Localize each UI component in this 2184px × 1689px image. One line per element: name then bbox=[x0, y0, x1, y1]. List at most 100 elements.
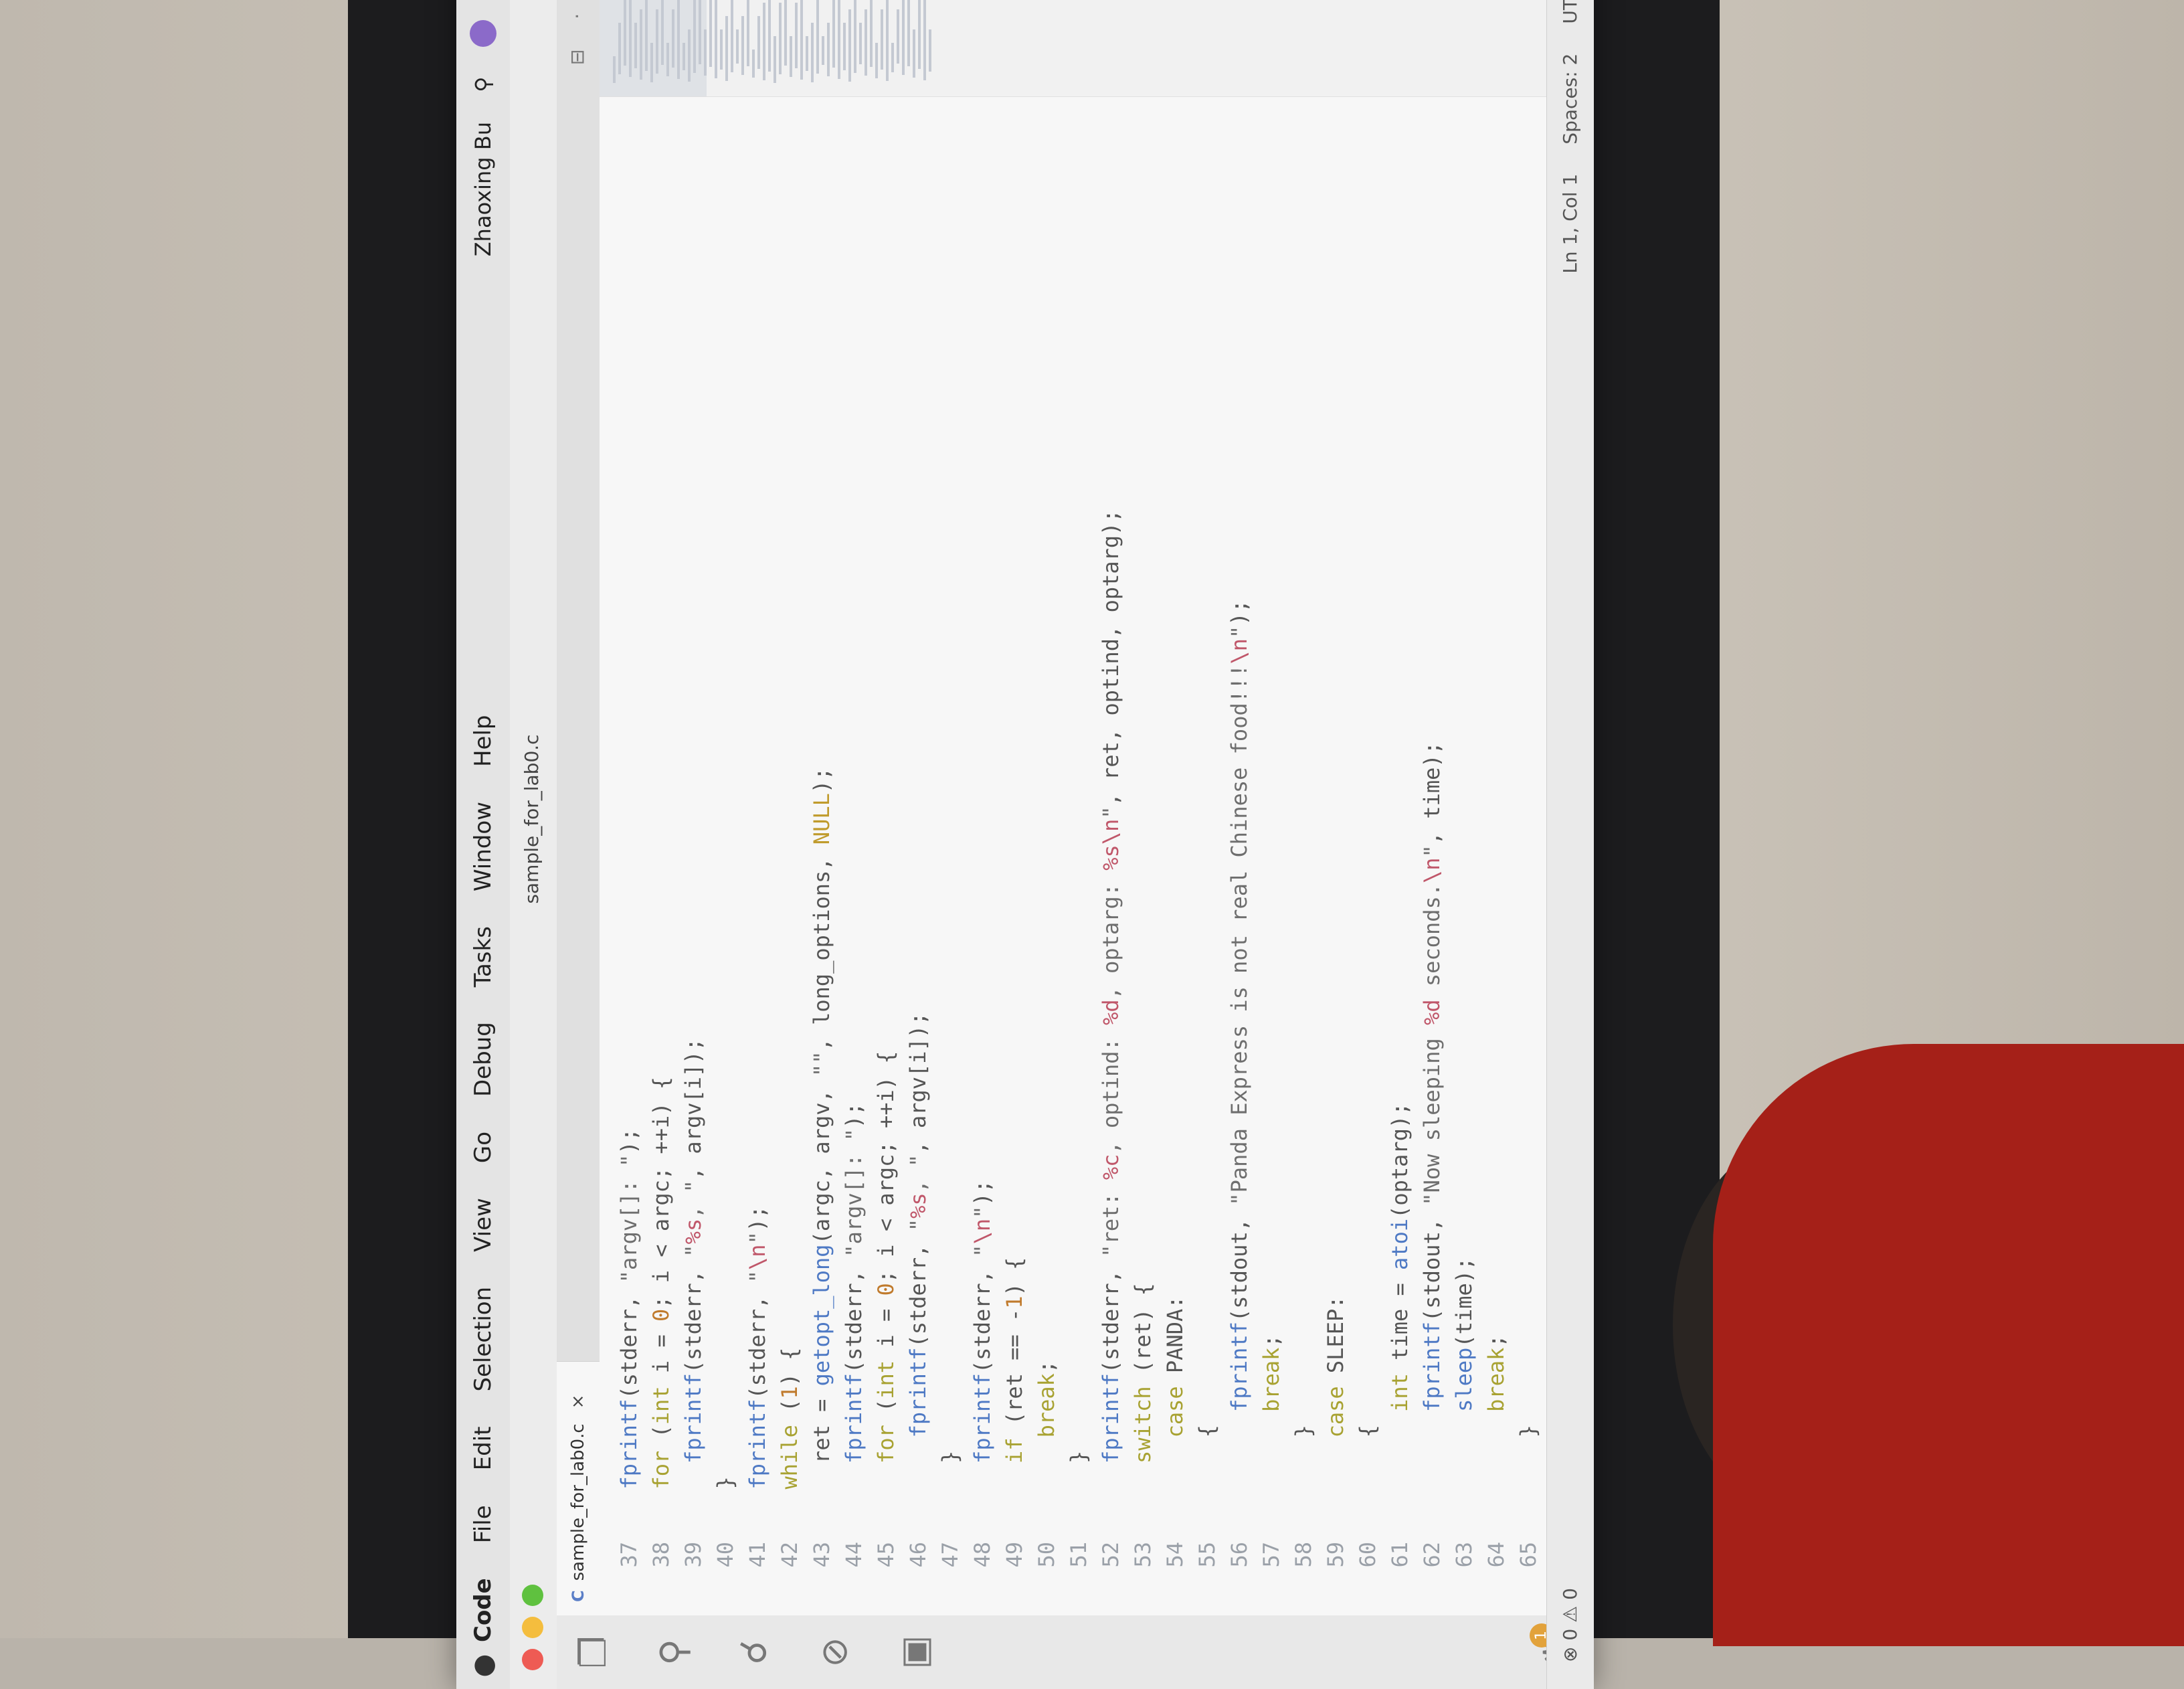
code-line[interactable]: 43 ret = getopt_long(argc, argv, "", lon… bbox=[806, 96, 838, 1615]
line-code: fprintf(stderr, "%s, ", argv[i]); bbox=[905, 1012, 931, 1438]
menu-debug[interactable]: Debug bbox=[470, 1022, 496, 1097]
menu-go[interactable]: Go bbox=[470, 1132, 496, 1163]
code-line[interactable]: 61 int time = atoi(optarg); bbox=[1384, 96, 1416, 1615]
minimap-line bbox=[832, 0, 835, 68]
minimap-line bbox=[918, 0, 921, 69]
minimap-line bbox=[677, 0, 680, 79]
minimap-slider[interactable] bbox=[600, 0, 707, 96]
minimap-line bbox=[913, 29, 915, 78]
minimap-line bbox=[720, 29, 723, 70]
minimap-line bbox=[624, 0, 626, 66]
search-icon[interactable]: ⚲ bbox=[650, 1629, 697, 1676]
apple-menu-icon[interactable]: ● bbox=[468, 1642, 498, 1689]
minimap-line bbox=[790, 36, 792, 77]
minimap-line bbox=[848, 9, 851, 82]
menu-edit[interactable]: Edit bbox=[470, 1427, 496, 1471]
code-line[interactable]: 40 } bbox=[709, 96, 741, 1615]
indentation-setting[interactable]: Spaces: 2 bbox=[1559, 54, 1581, 145]
menu-tasks[interactable]: Tasks bbox=[470, 926, 496, 987]
minimap-line bbox=[634, 23, 637, 68]
line-number: 43 bbox=[809, 1542, 834, 1568]
status-bar: ⊗ 0 ⚠ 0 Ln 1, Col 1 Spaces: 2 UTF-8 bbox=[1546, 0, 1594, 1689]
line-number: 40 bbox=[713, 1542, 738, 1568]
minimap-line bbox=[682, 43, 685, 70]
line-code: ret = getopt_long(argc, argv, "", long_o… bbox=[809, 767, 834, 1515]
code-line[interactable]: 51 } bbox=[1063, 96, 1095, 1615]
debug-icon[interactable]: ⊘ bbox=[811, 1629, 858, 1676]
source-control-icon[interactable]: ☌ bbox=[731, 1629, 778, 1676]
minimap[interactable] bbox=[600, 0, 1547, 97]
split-editor-and-more-actions[interactable]: ⊟ ··· bbox=[566, 0, 588, 65]
code-line[interactable]: 45 for (int i = 0; i < argc; ++i) { bbox=[870, 96, 902, 1615]
code-line[interactable]: 48 fprintf(stderr, "\n"); bbox=[966, 96, 998, 1615]
line-code: { bbox=[1355, 1425, 1380, 1515]
line-number: 50 bbox=[1034, 1542, 1059, 1568]
code-line[interactable]: 44 fprintf(stderr, "argv[]: "); bbox=[838, 96, 870, 1615]
line-code: int time = atoi(optarg); bbox=[1387, 1102, 1413, 1412]
line-code: case PANDA: bbox=[1162, 1296, 1188, 1438]
line-code: } bbox=[713, 1476, 738, 1515]
line-number: 65 bbox=[1516, 1542, 1541, 1568]
line-code: } bbox=[937, 1450, 963, 1515]
line-number: 63 bbox=[1451, 1542, 1477, 1568]
line-code: } bbox=[1066, 1450, 1091, 1515]
tab-sample-for-lab0[interactable]: C sample_for_lab0.c × bbox=[557, 1361, 600, 1615]
code-line[interactable]: 53 switch (ret) { bbox=[1127, 96, 1159, 1615]
code-line[interactable]: 59 case SLEEP: bbox=[1320, 96, 1352, 1615]
minimap-line bbox=[923, 0, 926, 80]
menu-view[interactable]: View bbox=[470, 1198, 496, 1252]
explorer-files-icon[interactable]: ❐ bbox=[570, 1629, 617, 1676]
code-line[interactable]: 47 } bbox=[934, 96, 966, 1615]
activity-bar: ❐ ⚲ ☌ ⊘ ▣ ⚙ 1 bbox=[557, 1615, 1594, 1689]
code-line[interactable]: 64 break; bbox=[1480, 96, 1512, 1615]
cursor-position[interactable]: Ln 1, Col 1 bbox=[1559, 174, 1581, 274]
minimap-line bbox=[613, 56, 616, 83]
code-line[interactable]: 41 fprintf(stderr, "\n"); bbox=[741, 96, 774, 1615]
code-line[interactable]: 39 fprintf(stderr, "%s, ", argv[i]); bbox=[677, 96, 709, 1615]
user-name[interactable]: Zhaoxing Bu bbox=[470, 122, 496, 256]
code-line[interactable]: 52 fprintf(stderr, "ret: %c, optind: %d,… bbox=[1095, 96, 1127, 1615]
code-line[interactable]: 46 fprintf(stderr, "%s, ", argv[i]); bbox=[902, 96, 934, 1615]
code-line[interactable]: 60 { bbox=[1352, 96, 1384, 1615]
problems-indicator[interactable]: ⊗ 0 ⚠ 0 bbox=[1559, 1588, 1581, 1662]
code-line[interactable]: 37 fprintf(stderr, "argv[]: "); bbox=[613, 96, 645, 1615]
menu-code[interactable]: Code bbox=[470, 1578, 496, 1642]
minimap-line bbox=[886, 0, 889, 81]
minimap-line bbox=[656, 9, 658, 74]
spotlight-search-icon[interactable]: ⚲ bbox=[470, 71, 496, 98]
line-code: fprintf(stderr, "%s, ", argv[i]); bbox=[680, 1038, 706, 1463]
line-code: break; bbox=[1034, 1360, 1059, 1438]
line-number: 56 bbox=[1226, 1542, 1252, 1568]
line-code: sleep(time); bbox=[1451, 1257, 1477, 1412]
code-line[interactable]: 42 while (1) { bbox=[774, 96, 806, 1615]
code-editor[interactable]: 37 fprintf(stderr, "argv[]: "); 38 for (i… bbox=[600, 96, 1547, 1615]
siri-icon[interactable] bbox=[470, 20, 496, 47]
code-line[interactable]: 63 sleep(time); bbox=[1448, 96, 1480, 1615]
line-number: 44 bbox=[841, 1542, 867, 1568]
code-line[interactable]: 50 break; bbox=[1030, 96, 1063, 1615]
menu-window[interactable]: Window bbox=[470, 802, 496, 891]
menu-file[interactable]: File bbox=[470, 1505, 496, 1543]
code-line[interactable]: 56 fprintf(stdout, "Panda Express is not… bbox=[1223, 96, 1255, 1615]
code-line[interactable]: 54 case PANDA: bbox=[1159, 96, 1191, 1615]
menu-selection[interactable]: Selection bbox=[470, 1287, 496, 1392]
minimap-line bbox=[870, 0, 873, 67]
code-line[interactable]: 62 fprintf(stdout, "Now sleeping %d seco… bbox=[1416, 96, 1448, 1615]
code-line[interactable]: 49 if (ret == -1) { bbox=[998, 96, 1030, 1615]
window-title-bar: sample_for_lab0.c bbox=[510, 0, 557, 1689]
c-file-icon: C bbox=[569, 1590, 587, 1602]
minimap-line bbox=[875, 43, 878, 78]
code-line[interactable]: 55 { bbox=[1191, 96, 1223, 1615]
menu-help[interactable]: Help bbox=[470, 715, 496, 768]
minimap-line bbox=[897, 9, 899, 64]
line-number: 54 bbox=[1162, 1542, 1188, 1568]
extensions-icon[interactable]: ▣ bbox=[891, 1629, 938, 1676]
code-line[interactable]: 38 for (int i = 0; i < argc; ++i) { bbox=[645, 96, 677, 1615]
file-encoding[interactable]: UTF-8 bbox=[1559, 0, 1581, 24]
tab-close-icon[interactable]: × bbox=[568, 1395, 588, 1409]
code-lines: 37 fprintf(stderr, "argv[]: "); 38 for (i… bbox=[613, 96, 1544, 1615]
line-number: 60 bbox=[1355, 1542, 1380, 1568]
code-line[interactable]: 65 } bbox=[1512, 96, 1544, 1615]
code-line[interactable]: 58 } bbox=[1287, 96, 1320, 1615]
code-line[interactable]: 57 break; bbox=[1255, 96, 1287, 1615]
